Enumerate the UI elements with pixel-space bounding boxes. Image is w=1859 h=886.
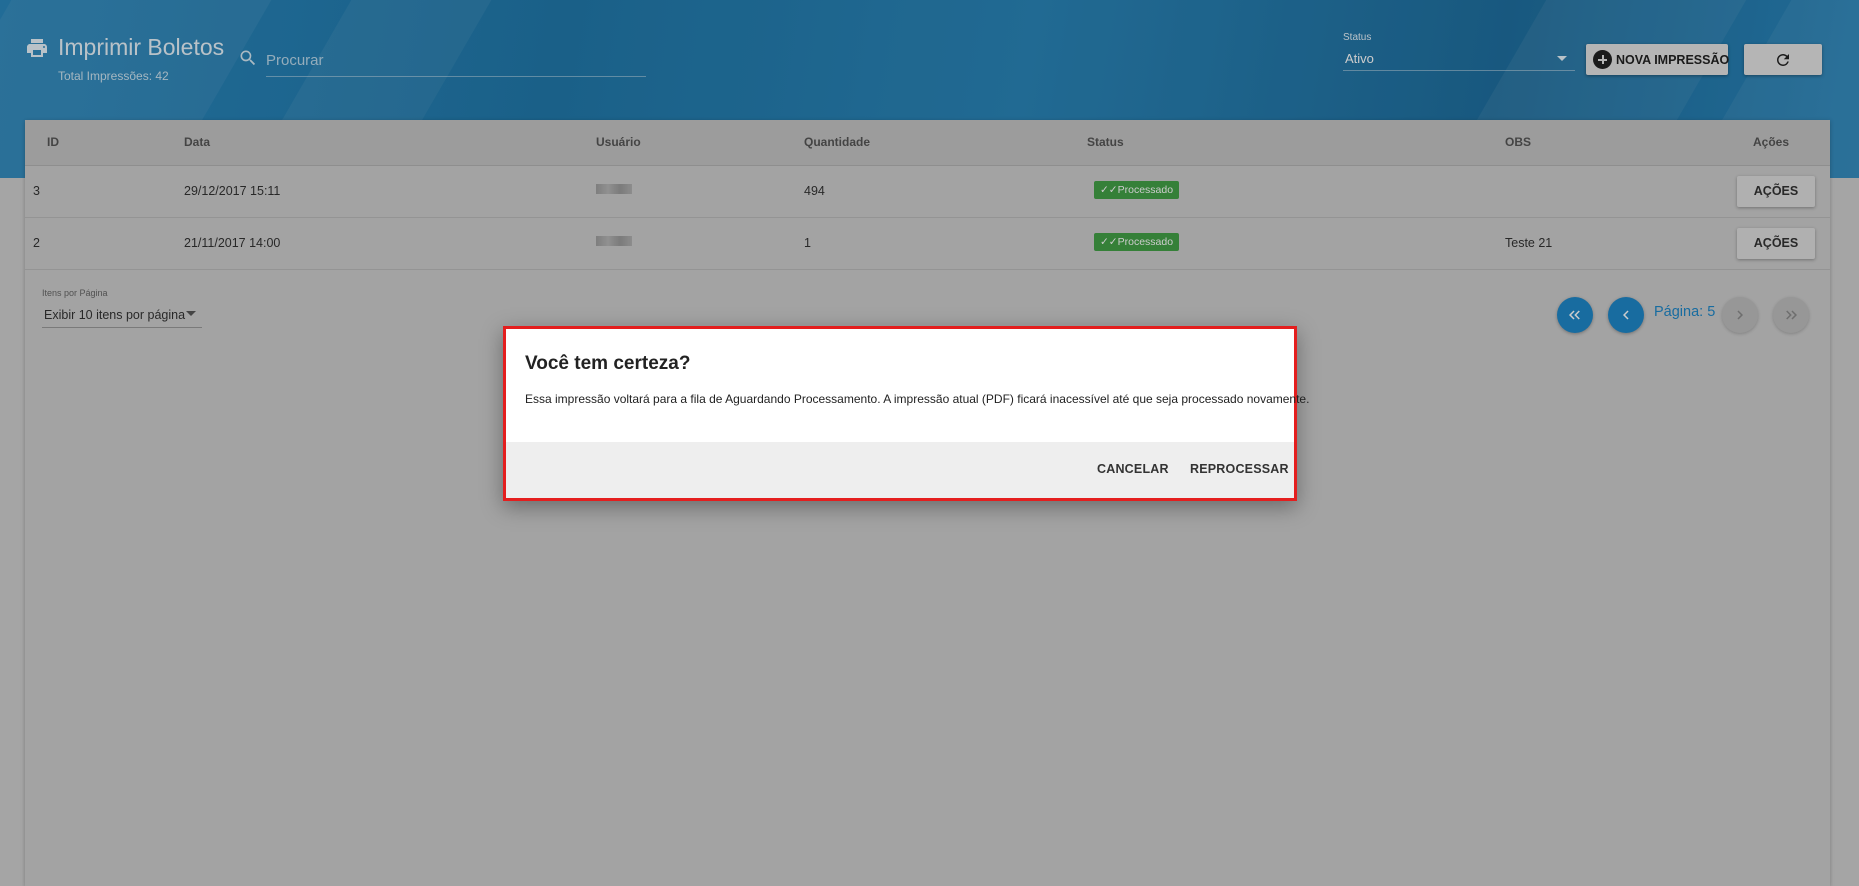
dialog-message: Essa impressão voltará para a fila de Ag… <box>525 392 1310 406</box>
reprocess-button[interactable]: REPROCESSAR <box>1190 462 1289 476</box>
dialog-title: Você tem certeza? <box>525 353 691 374</box>
confirm-dialog: Você tem certeza? Essa impressão voltará… <box>503 326 1309 501</box>
dialog-actions: CANCELAR REPROCESSAR <box>506 442 1294 498</box>
cancel-button[interactable]: CANCELAR <box>1097 462 1169 476</box>
